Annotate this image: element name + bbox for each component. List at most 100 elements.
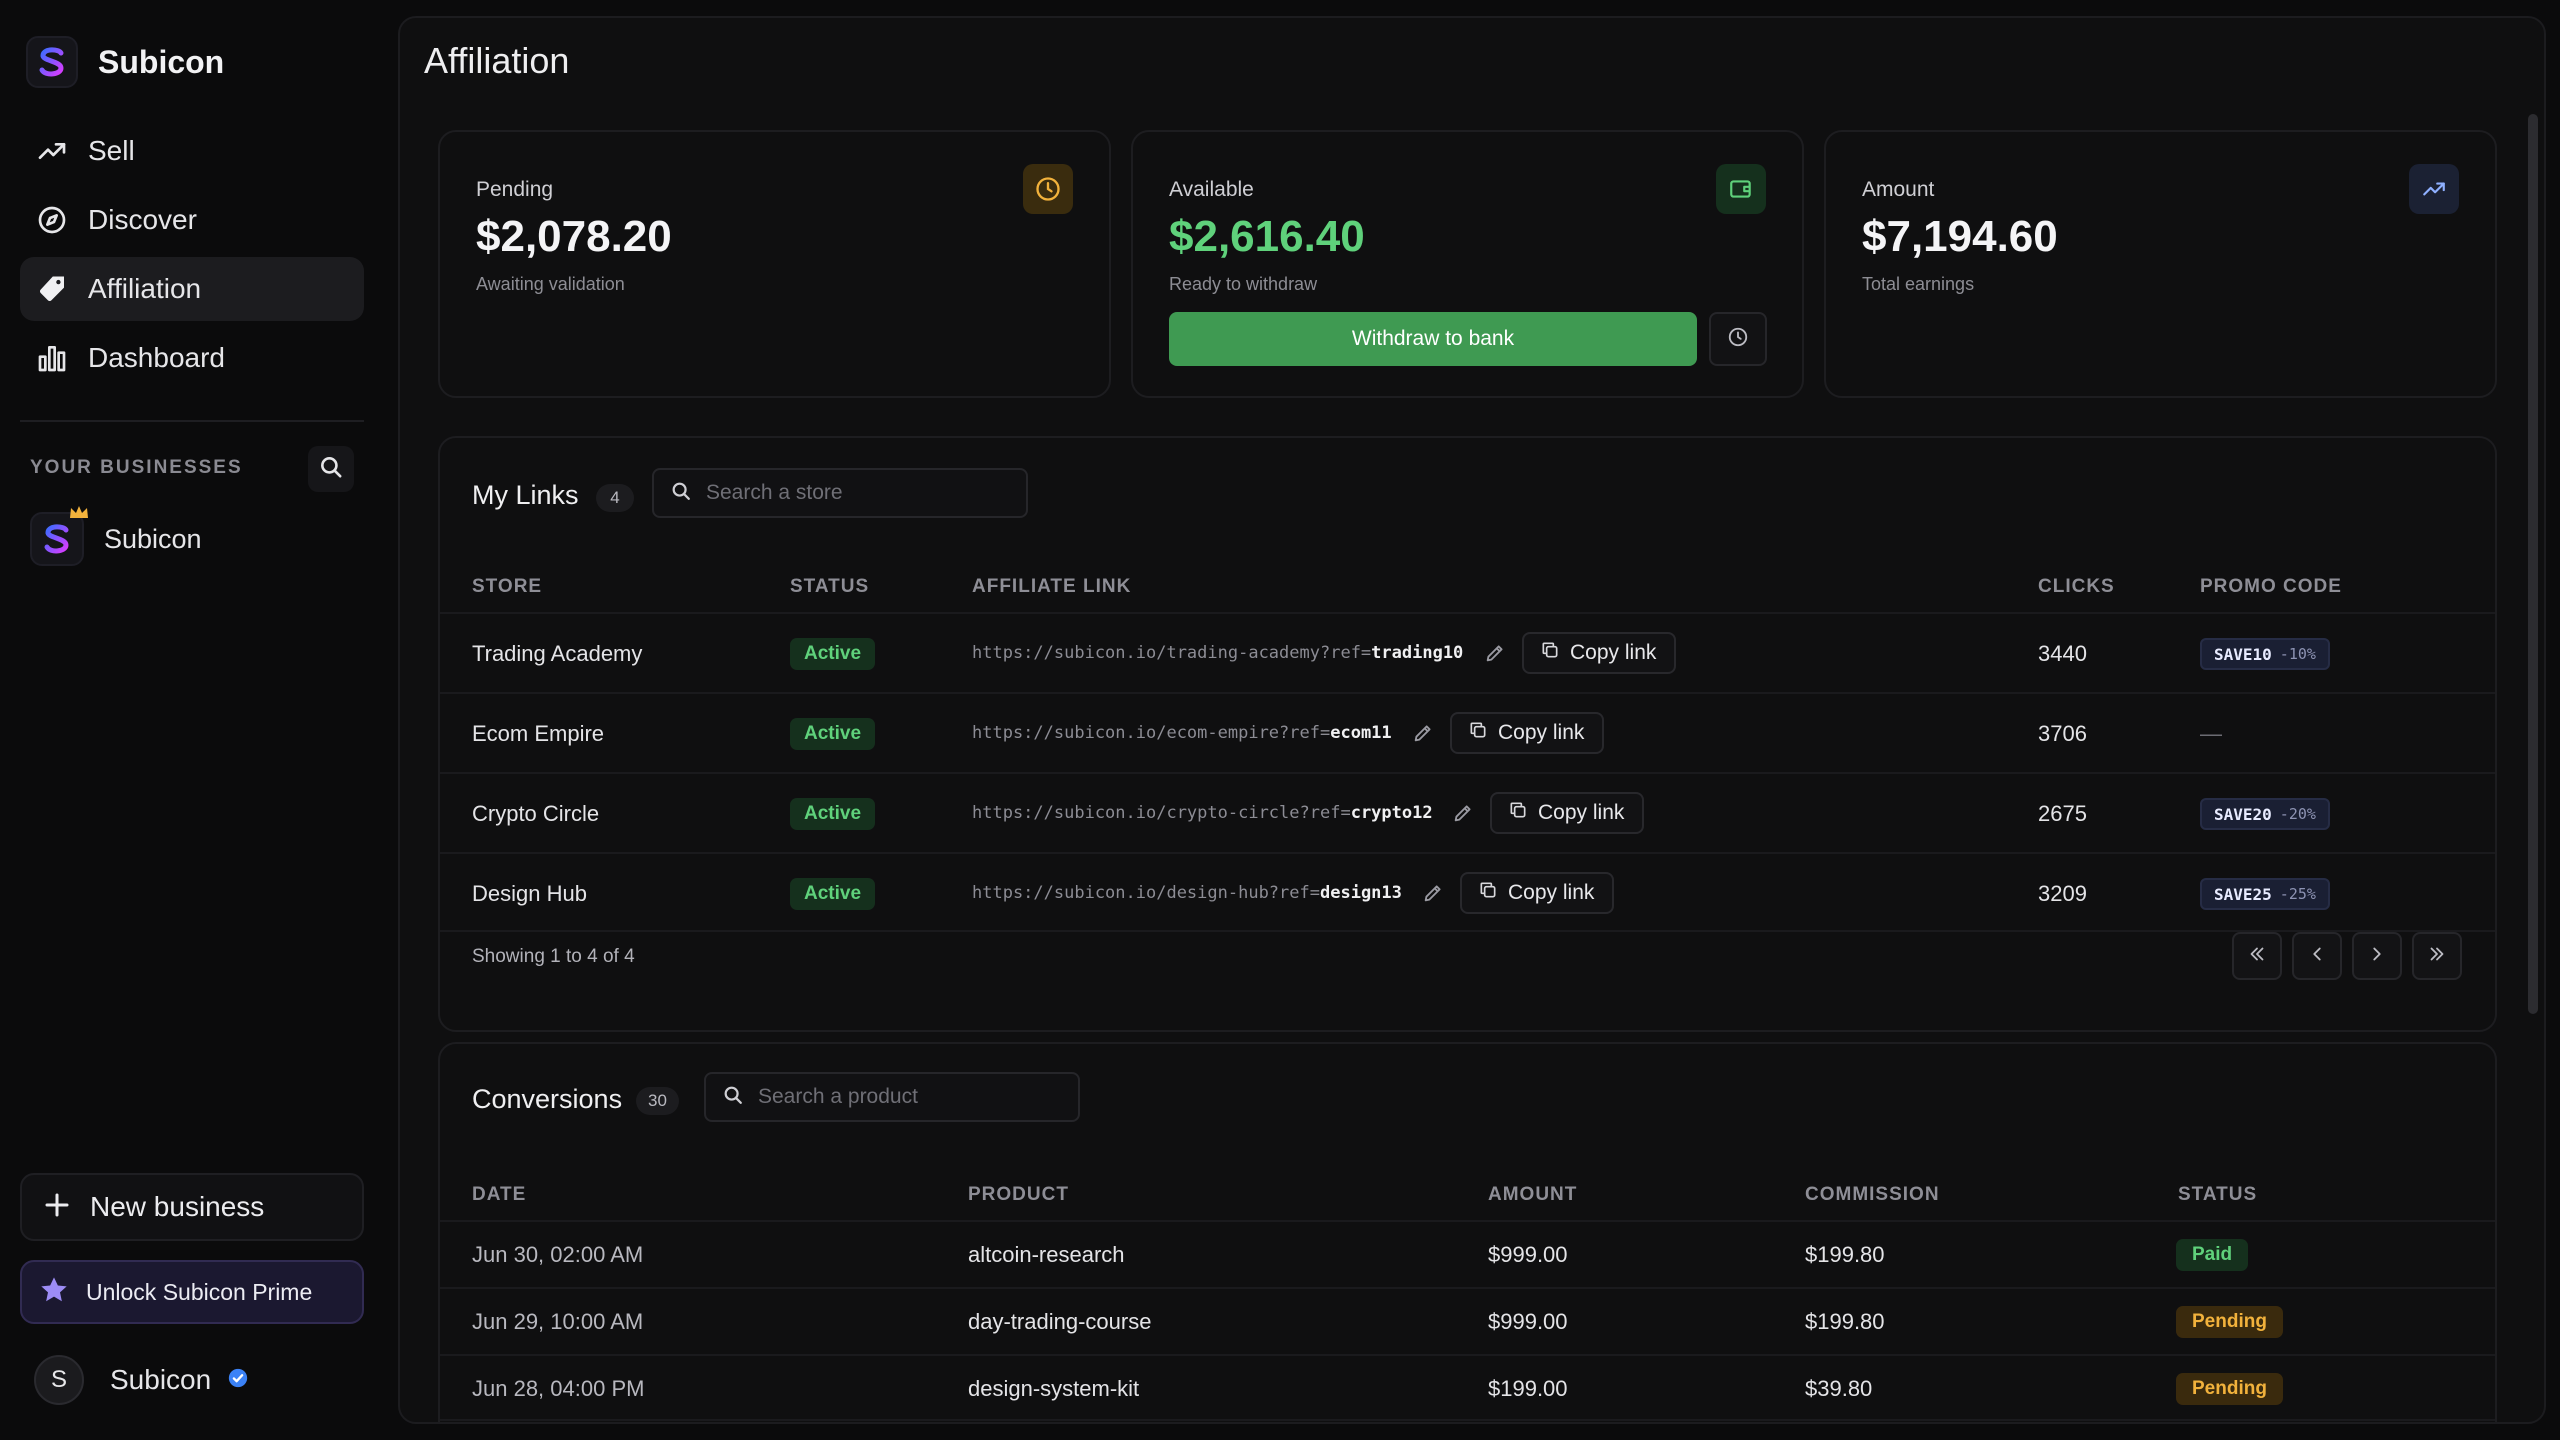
compass-icon	[34, 202, 70, 238]
main-panel: Affiliation Pending $2,078.20 Awaiting v…	[398, 16, 2546, 1424]
chevron-right-icon	[2366, 943, 2388, 970]
brand[interactable]: Subicon	[26, 36, 224, 88]
available-subtext: Ready to withdraw	[1169, 274, 1318, 294]
affiliate-link-text: https://subicon.io/trading-academy?ref=t…	[972, 643, 1464, 663]
user-name: Subicon	[110, 1364, 212, 1395]
store-name: Design Hub	[472, 881, 587, 906]
promo-code-badge: SAVE10 -10%	[2200, 638, 2330, 670]
amount-subtext: Total earnings	[1862, 274, 1975, 294]
store-search-box[interactable]	[652, 468, 1028, 518]
promo-code-badge: SAVE20 -20%	[2200, 798, 2330, 830]
next-page-button[interactable]	[2352, 932, 2402, 980]
no-promo-code: —	[2200, 721, 2222, 746]
business-item-subicon[interactable]: Subicon	[30, 506, 202, 566]
col-status: STATUS	[790, 576, 870, 597]
plus-icon	[42, 1190, 72, 1225]
table-row: Crypto Circle Active https://subicon.io/…	[440, 772, 2495, 852]
amount-card: Amount $7,194.60 Total earnings	[1824, 130, 2497, 398]
status-badge: Active	[790, 638, 876, 670]
search-icon	[318, 454, 344, 485]
available-value: $2,616.40	[1169, 212, 1365, 261]
withdraw-to-bank-button[interactable]: Withdraw to bank	[1169, 312, 1697, 366]
conversions-title: Conversions	[472, 1084, 623, 1114]
conversion-commission: $39.80	[1805, 1376, 1873, 1401]
nav-item-discover[interactable]: Discover	[20, 188, 364, 252]
nav-item-affiliation[interactable]: Affiliation	[20, 257, 364, 321]
chevrons-left-icon	[2246, 943, 2268, 970]
pending-subtext: Awaiting validation	[476, 274, 625, 294]
subicon-logo-icon	[30, 506, 88, 566]
col-promo-code: PROMO CODE	[2200, 576, 2342, 597]
amount-value: $7,194.60	[1862, 212, 2058, 261]
first-page-button[interactable]	[2232, 932, 2282, 980]
withdraw-history-button[interactable]	[1709, 312, 1767, 366]
businesses-search-button[interactable]	[308, 446, 354, 492]
conversion-date: Jun 28, 04:00 PM	[472, 1376, 645, 1401]
status-badge: Pending	[2176, 1306, 2283, 1338]
copy-link-button[interactable]: Copy link	[1460, 872, 1615, 914]
clicks-value: 2675	[2038, 801, 2087, 826]
avatar: S	[34, 1355, 84, 1405]
pencil-icon[interactable]	[1422, 882, 1446, 906]
subicon-logo-icon	[26, 36, 78, 88]
new-business-label: New business	[90, 1191, 265, 1222]
copy-icon	[1468, 720, 1488, 746]
store-name: Crypto Circle	[472, 801, 600, 826]
table-row: Trading Academy Active https://subicon.i…	[440, 612, 2495, 692]
sidebar-divider	[20, 420, 364, 422]
conversions-card: Conversions 30 DATE PRODUCT AMOUNT COMMI…	[438, 1042, 2497, 1422]
my-links-card: My Links 4 STORE STATUS AFFILIATE LINK C…	[438, 436, 2497, 1032]
user-profile[interactable]: S Subicon	[34, 1355, 249, 1405]
chevrons-right-icon	[2426, 943, 2448, 970]
copy-link-button[interactable]: Copy link	[1450, 712, 1605, 754]
pencil-icon[interactable]	[1412, 722, 1436, 746]
conversion-amount: $999.00	[1488, 1309, 1568, 1334]
nav-item-label: Affiliation	[88, 273, 202, 304]
product-search-input[interactable]	[758, 1085, 1038, 1109]
previous-page-button[interactable]	[2292, 932, 2342, 980]
conversion-commission: $199.80	[1805, 1309, 1885, 1334]
pending-value: $2,078.20	[476, 212, 672, 261]
product-search-box[interactable]	[704, 1072, 1080, 1122]
table-row: Design Hub Active https://subicon.io/des…	[440, 852, 2495, 932]
col-product: PRODUCT	[968, 1184, 1069, 1205]
store-search-input[interactable]	[706, 481, 986, 505]
pending-label: Pending	[476, 178, 554, 201]
history-icon	[1727, 326, 1749, 353]
conversion-amount: $199.00	[1488, 1376, 1568, 1401]
star-icon	[38, 1274, 70, 1311]
pencil-icon[interactable]	[1452, 802, 1476, 826]
status-badge: Paid	[2176, 1239, 2249, 1271]
available-label: Available	[1169, 178, 1254, 201]
last-page-button[interactable]	[2412, 932, 2462, 980]
affiliate-link-text: https://subicon.io/ecom-empire?ref=ecom1…	[972, 723, 1392, 743]
clock-icon	[1023, 164, 1073, 214]
chevron-left-icon	[2306, 943, 2328, 970]
nav-item-sell[interactable]: Sell	[20, 119, 364, 183]
nav-item-label: Discover	[88, 204, 197, 235]
trending-up-icon	[2409, 164, 2459, 214]
copy-link-button[interactable]: Copy link	[1490, 792, 1645, 834]
conversion-date: Jun 30, 02:00 AM	[472, 1242, 644, 1267]
nav-item-dashboard[interactable]: Dashboard	[20, 326, 364, 390]
unlock-prime-label: Unlock Subicon Prime	[86, 1278, 313, 1305]
col-commission: COMMISSION	[1805, 1184, 1940, 1205]
main-nav: Sell Discover Affiliation Dashboard	[20, 119, 364, 395]
brand-name: Subicon	[98, 43, 225, 80]
copy-link-button[interactable]: Copy link	[1522, 632, 1677, 674]
clicks-value: 3706	[2038, 721, 2087, 746]
unlock-prime-button[interactable]: Unlock Subicon Prime	[20, 1260, 364, 1324]
store-name: Ecom Empire	[472, 721, 605, 746]
new-business-button[interactable]: New business	[20, 1173, 364, 1241]
copy-link-label: Copy link	[1508, 881, 1595, 904]
clicks-value: 3440	[2038, 641, 2087, 666]
affiliate-link-text: https://subicon.io/design-hub?ref=design…	[972, 883, 1402, 903]
table-row: Ecom Empire Active https://subicon.io/ec…	[440, 692, 2495, 772]
conversion-commission: $199.80	[1805, 1242, 1885, 1267]
trending-up-icon	[34, 133, 70, 169]
conversion-date: Jun 29, 10:00 AM	[472, 1309, 644, 1334]
conversion-amount: $999.00	[1488, 1242, 1568, 1267]
scrollbar[interactable]	[2528, 114, 2538, 1014]
pencil-icon[interactable]	[1484, 642, 1508, 666]
search-icon	[722, 1084, 744, 1111]
